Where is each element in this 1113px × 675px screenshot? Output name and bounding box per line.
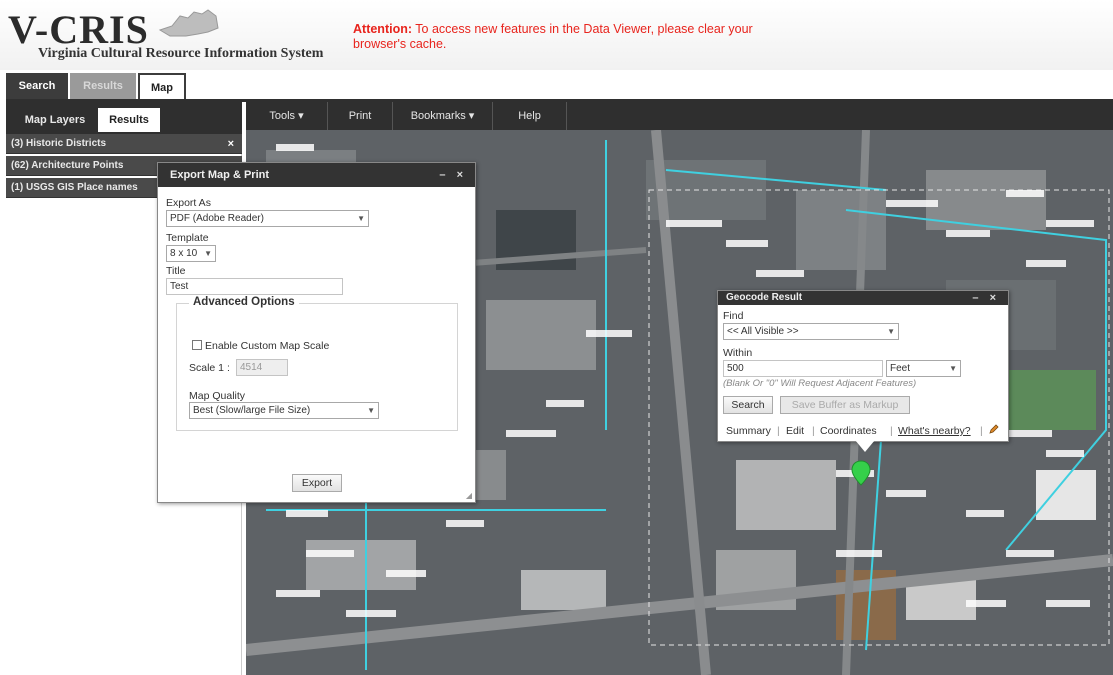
tab-search[interactable]: Search: [6, 73, 68, 100]
chevron-down-icon: ▾: [298, 110, 304, 122]
find-value: << All Visible >>: [727, 326, 799, 337]
map-pin-icon[interactable]: [850, 460, 872, 486]
geocode-dialog-title: Geocode Result: [726, 292, 803, 303]
chevron-down-icon: ▾: [468, 110, 475, 122]
logo-subtitle: Virginia Cultural Resource Information S…: [38, 46, 324, 61]
attention-notice: Attention: To access new features in the…: [353, 22, 753, 52]
advanced-options-group: Advanced Options Enable Custom Map Scale…: [176, 296, 458, 431]
result-row-historic-districts[interactable]: (3) Historic Districts ×: [6, 134, 242, 154]
link-edit[interactable]: Edit: [786, 425, 804, 437]
attention-text: To access new features in the Data Viewe…: [353, 22, 753, 51]
find-select[interactable]: << All Visible >> ▼: [723, 323, 899, 340]
chevron-down-icon: ▼: [357, 214, 365, 223]
window-controls[interactable]: – ×: [972, 291, 1000, 305]
link-separator: |: [777, 425, 780, 437]
scale-input[interactable]: 4514: [236, 359, 288, 376]
tab-left-results[interactable]: Results: [98, 108, 160, 132]
within-input[interactable]: 500: [723, 360, 883, 377]
tools-label: Tools: [269, 110, 296, 122]
title-label: Title: [166, 265, 186, 277]
print-button[interactable]: Print: [328, 102, 393, 130]
virginia-state-icon: [158, 9, 219, 37]
geocode-result-dialog: Geocode Result – × Find << All Visible >…: [717, 290, 1009, 442]
link-summary[interactable]: Summary: [726, 425, 771, 437]
custom-scale-checkbox[interactable]: [192, 340, 202, 350]
popup-pointer: [855, 440, 875, 452]
tab-map-layers[interactable]: Map Layers: [14, 108, 96, 132]
logo: V-CRIS Virginia Cultural Resource Inform…: [8, 6, 348, 66]
within-label: Within: [723, 347, 753, 359]
map-quality-value: Best (Slow/large File Size): [193, 405, 311, 416]
link-whats-nearby[interactable]: What's nearby?: [898, 425, 971, 437]
custom-scale-label: Enable Custom Map Scale: [205, 340, 330, 352]
resize-grip-icon[interactable]: ◢: [466, 491, 472, 500]
template-label: Template: [166, 232, 209, 244]
save-buffer-button[interactable]: Save Buffer as Markup: [780, 396, 910, 414]
map-quality-label: Map Quality: [189, 390, 246, 402]
link-separator: |: [980, 425, 983, 437]
map-quality-select[interactable]: Best (Slow/large File Size) ▼: [189, 402, 379, 419]
chevron-down-icon: ▼: [887, 327, 895, 336]
link-separator: |: [812, 425, 815, 437]
result-row-label: (1) USGS GIS Place names: [11, 182, 138, 193]
template-value: 8 x 10: [170, 248, 198, 259]
tools-menu[interactable]: Tools ▾: [246, 102, 328, 130]
map-toolbar: Tools ▾ Print Bookmarks ▾ Help: [246, 102, 1113, 130]
find-label: Find: [723, 310, 744, 322]
geocode-dialog-titlebar[interactable]: Geocode Result – ×: [718, 291, 1008, 305]
scale-label: Scale 1 :: [189, 362, 230, 374]
unit-select[interactable]: Feet ▼: [886, 360, 961, 377]
header: V-CRIS Virginia Cultural Resource Inform…: [0, 0, 1113, 70]
advanced-options-heading: Advanced Options: [189, 296, 299, 308]
tab-map[interactable]: Map: [138, 73, 186, 100]
bookmarks-menu[interactable]: Bookmarks ▾: [393, 102, 493, 130]
link-coordinates[interactable]: Coordinates: [820, 425, 877, 437]
link-separator: |: [890, 425, 893, 437]
result-row-label: (62) Architecture Points: [11, 160, 124, 171]
close-icon[interactable]: ×: [228, 134, 234, 153]
export-dialog-titlebar[interactable]: Export Map & Print – ×: [158, 163, 475, 187]
search-button[interactable]: Search: [723, 396, 773, 414]
within-hint: (Blank Or "0" Will Request Adjacent Feat…: [723, 378, 917, 389]
result-row-label: (3) Historic Districts: [11, 138, 107, 149]
chevron-down-icon: ▼: [367, 406, 375, 415]
app-window: V-CRIS Virginia Cultural Resource Inform…: [0, 0, 1113, 675]
tab-results[interactable]: Results: [70, 73, 136, 100]
chevron-down-icon: ▼: [204, 249, 212, 258]
export-as-select[interactable]: PDF (Adobe Reader) ▼: [166, 210, 369, 227]
help-button[interactable]: Help: [493, 102, 567, 130]
export-dialog-title: Export Map & Print: [170, 169, 270, 181]
unit-value: Feet: [890, 363, 911, 374]
bookmarks-label: Bookmarks: [410, 110, 466, 122]
pencil-icon[interactable]: [988, 423, 1000, 435]
custom-scale-option[interactable]: Enable Custom Map Scale: [192, 340, 329, 352]
template-select[interactable]: 8 x 10 ▼: [166, 245, 216, 262]
export-map-dialog: Export Map & Print – × Export As PDF (Ad…: [157, 162, 476, 503]
attention-label: Attention:: [353, 22, 413, 36]
window-controls[interactable]: – ×: [439, 163, 467, 187]
title-input[interactable]: Test: [166, 278, 343, 295]
chevron-down-icon: ▼: [949, 364, 957, 373]
left-panel-tabs: Map Layers Results: [6, 102, 242, 134]
export-as-value: PDF (Adobe Reader): [170, 213, 264, 224]
export-button[interactable]: Export: [292, 474, 342, 492]
export-as-label: Export As: [166, 197, 211, 209]
